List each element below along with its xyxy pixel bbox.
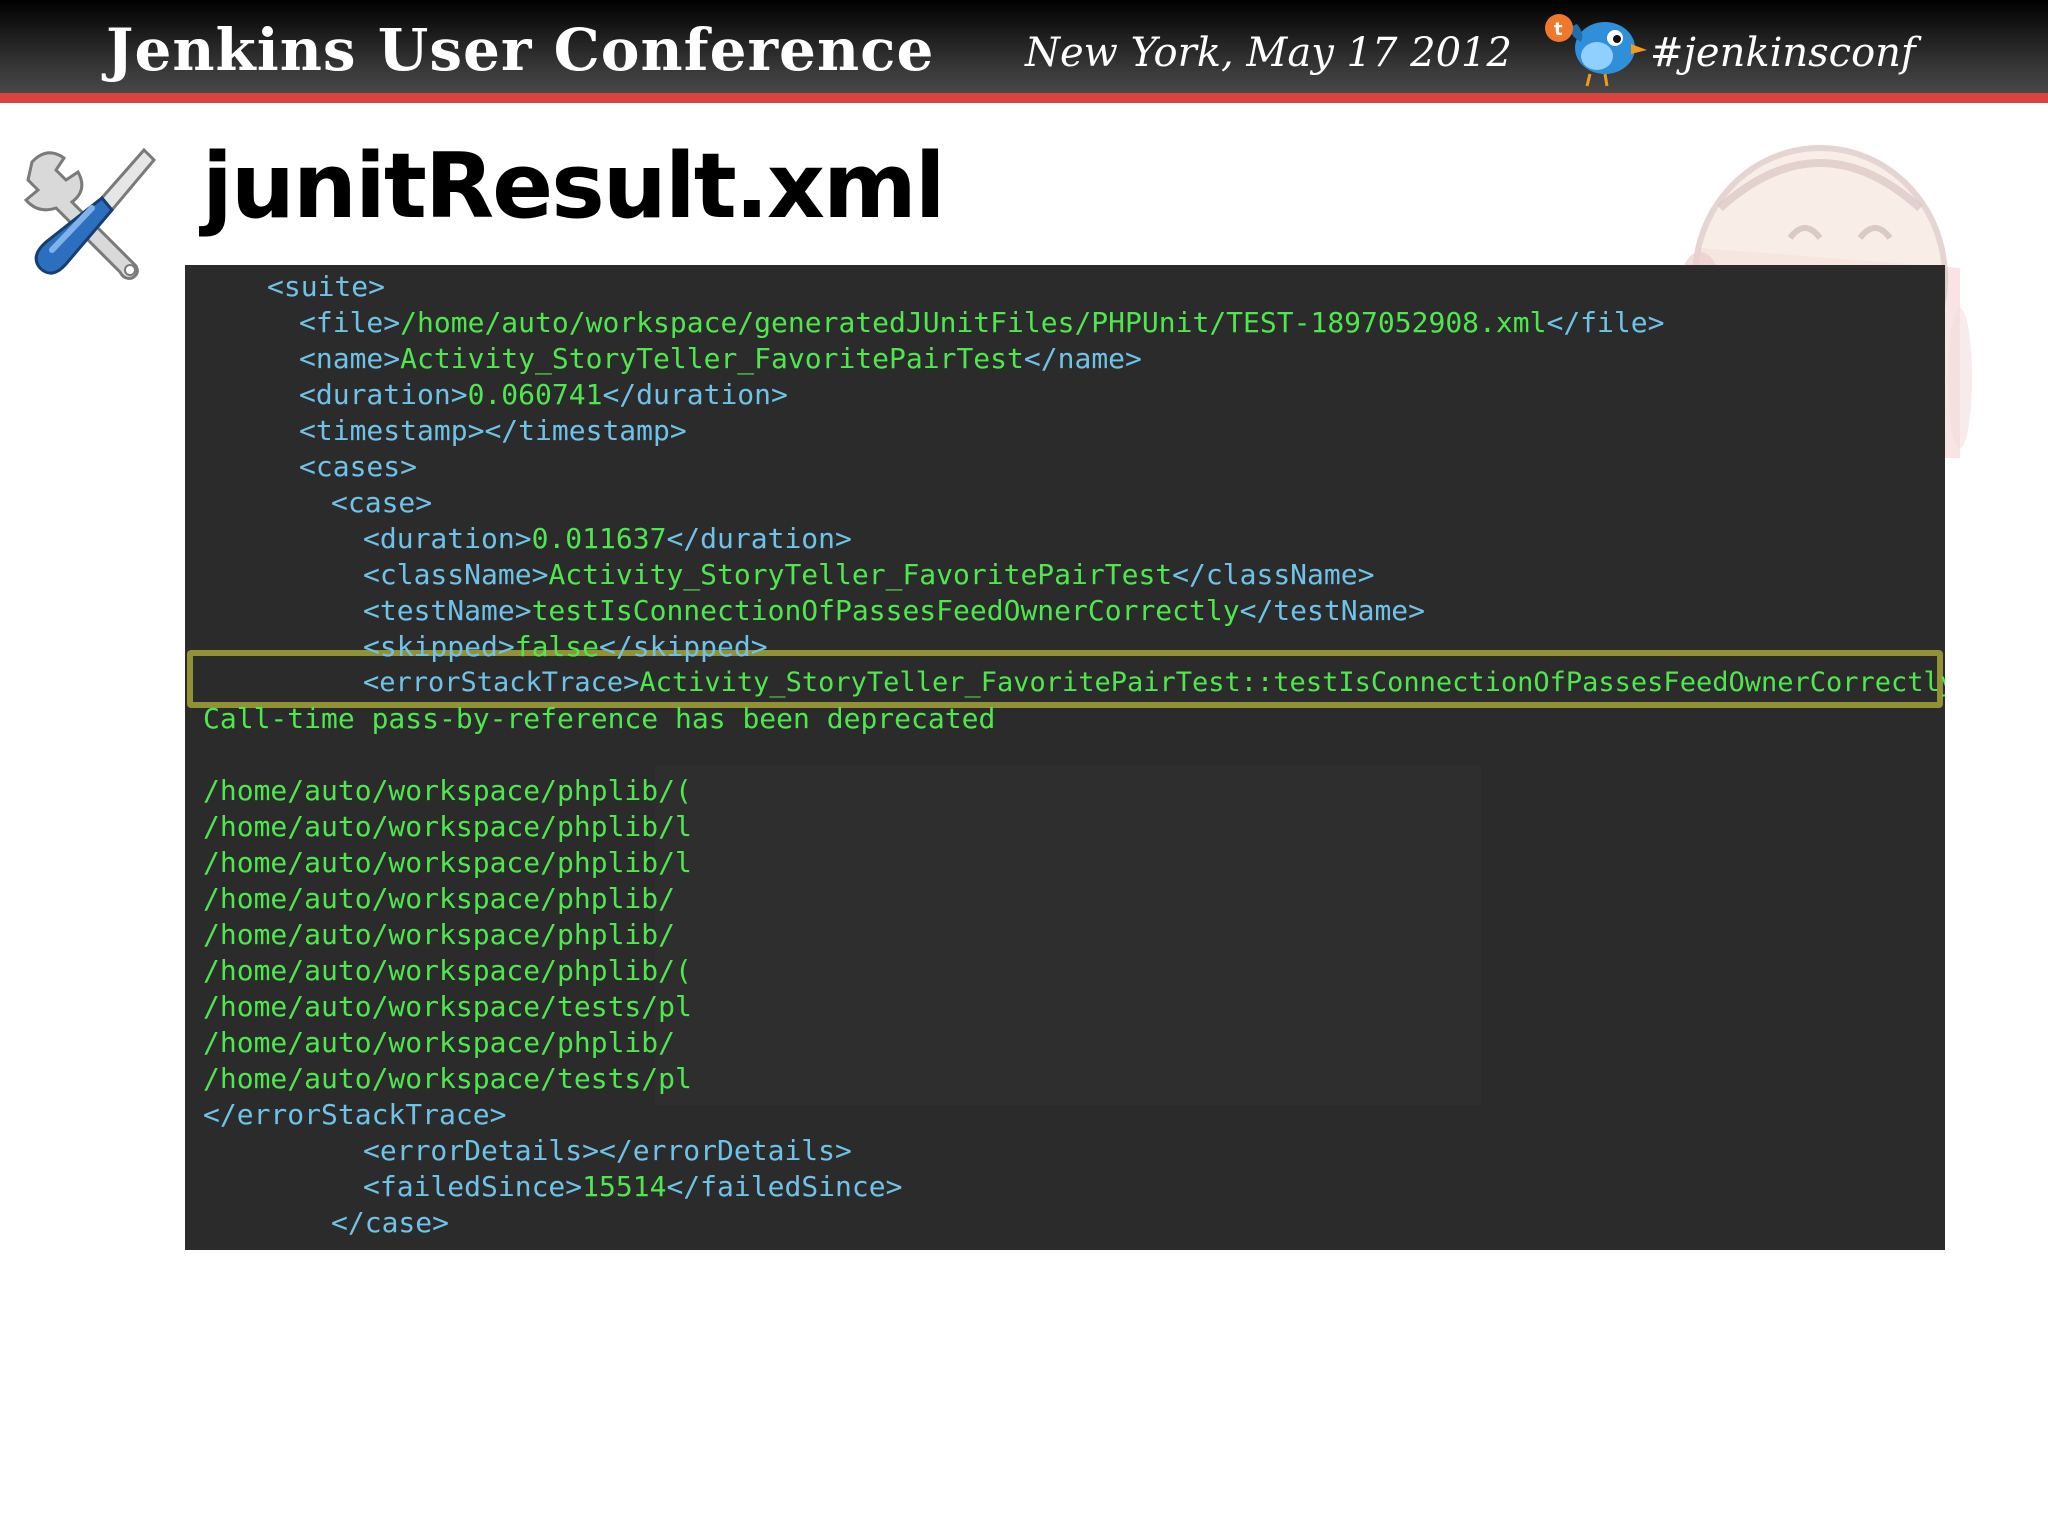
stack-path: /home/auto/workspace/phplib/l — [203, 846, 692, 879]
stack-path: /home/auto/workspace/phplib/( — [203, 774, 692, 807]
xml-line: <duration>0.011637</duration> — [363, 522, 852, 555]
xml-line: <errorDetails></errorDetails> — [363, 1134, 852, 1167]
stack-path: /home/auto/workspace/tests/pl — [203, 990, 692, 1023]
wrench-screwdriver-icon — [23, 147, 157, 280]
stack-path: /home/auto/workspace/phplib/ — [203, 1026, 676, 1059]
twitter-bird-icon: t — [1545, 14, 1647, 87]
xml-line: <suite> — [267, 270, 386, 303]
xml-line: <duration>0.060741</duration> — [299, 378, 788, 411]
stack-path: /home/auto/workspace/tests/pl — [203, 1062, 692, 1095]
svg-text:t: t — [1554, 19, 1563, 40]
deprecated-message: Call-time pass-by-reference has been dep… — [203, 702, 996, 735]
stack-path: /home/auto/workspace/phplib/l — [203, 810, 692, 843]
slide-title: junitResult.xml — [202, 134, 946, 239]
conference-header: Jenkins User Conference New York, May 17… — [0, 0, 2048, 96]
xml-line: <cases> — [299, 450, 418, 483]
xml-line: <file>/home/auto/workspace/generatedJUni… — [299, 306, 1665, 339]
conference-hashtag: #jenkinsconf — [1650, 30, 1916, 76]
stack-path: /home/auto/workspace/phplib/ — [203, 918, 676, 951]
xml-terminal-screenshot: <suite> <file>/home/auto/workspace/gener… — [185, 265, 1945, 1250]
xml-line: <case> — [331, 486, 433, 519]
xml-line: <name>Activity_StoryTeller_FavoritePairT… — [299, 342, 1142, 375]
stack-path: /home/auto/workspace/phplib/ — [203, 882, 676, 915]
xml-line: <testName>testIsConnectionOfPassesFeedOw… — [363, 594, 1426, 627]
xml-line: <skipped>false</skipped> — [363, 630, 768, 663]
header-accent-rule — [0, 93, 2048, 103]
xml-line: </errorStackTrace> — [203, 1098, 507, 1131]
xml-line: <failedSince>15514</failedSince> — [363, 1170, 903, 1203]
xml-line: </case> — [331, 1206, 450, 1239]
conference-place-date: New York, May 17 2012 — [1025, 30, 1512, 76]
xml-line-error: <errorStackTrace>Activity_StoryTeller_Fa… — [363, 667, 1945, 698]
xml-line: <className>Activity_StoryTeller_Favorite… — [363, 558, 1375, 591]
blurred-region — [655, 765, 1481, 1105]
xml-line: <timestamp></timestamp> — [299, 414, 687, 447]
stack-path: /home/auto/workspace/phplib/( — [203, 954, 692, 987]
conference-title: Jenkins User Conference — [106, 16, 935, 84]
